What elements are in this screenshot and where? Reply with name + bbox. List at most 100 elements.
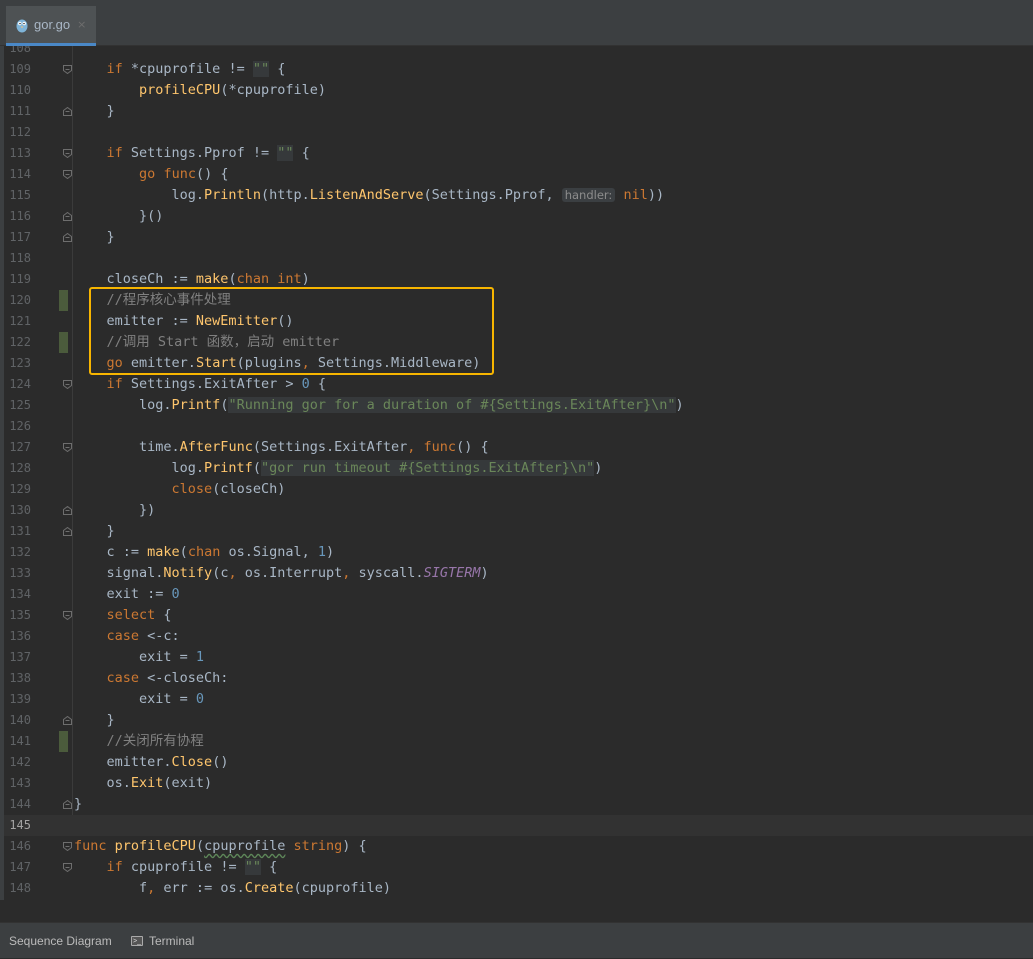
close-tab-icon[interactable]: × bbox=[77, 18, 86, 31]
code-line: 146 func profileCPU(cpuprofile string) { bbox=[4, 836, 1033, 857]
fold-end-icon[interactable] bbox=[63, 212, 72, 221]
terminal-tool-button[interactable]: >_ Terminal bbox=[131, 923, 194, 959]
go-gopher-icon bbox=[16, 19, 28, 32]
line-number: 124 bbox=[9, 377, 31, 391]
code-line: 129 close(closeCh) bbox=[4, 479, 1033, 500]
terminal-icon: >_ bbox=[131, 936, 143, 946]
code-text: close(closeCh) bbox=[171, 481, 286, 497]
code-line: 115 log.Println(http.ListenAndServe(Sett… bbox=[4, 185, 1033, 206]
code-line: 144} bbox=[4, 794, 1033, 815]
code-text: emitter.Close() bbox=[74, 754, 229, 770]
line-number: 147 bbox=[9, 860, 31, 874]
code-line: 117 } bbox=[4, 227, 1033, 248]
code-text: if cpuprofile != "" { bbox=[106, 859, 278, 875]
code-text: }() bbox=[74, 208, 164, 224]
line-number: 122 bbox=[9, 335, 31, 349]
fold-end-icon[interactable] bbox=[63, 233, 72, 242]
code-text: //关闭所有协程 bbox=[106, 733, 204, 749]
vcs-change-marker[interactable] bbox=[59, 332, 68, 353]
code-line: 127 time.AfterFunc(Settings.ExitAfter, f… bbox=[4, 437, 1033, 458]
code-line: 109 if *cpuprofile != "" { bbox=[4, 59, 1033, 80]
sequence-diagram-tool-button[interactable]: Sequence Diagram bbox=[9, 923, 112, 959]
code-text: log.Printf("gor run timeout #{Settings.E… bbox=[74, 460, 603, 476]
code-text: select { bbox=[106, 607, 172, 623]
code-text: case <-closeCh: bbox=[106, 670, 229, 686]
line-number: 113 bbox=[9, 146, 31, 160]
terminal-label: Terminal bbox=[149, 934, 195, 948]
line-number: 138 bbox=[9, 671, 31, 685]
fold-end-icon[interactable] bbox=[63, 527, 72, 536]
code-line: 110 profileCPU(*cpuprofile) bbox=[4, 80, 1033, 101]
code-line: 139 exit = 0 bbox=[4, 689, 1033, 710]
fold-open-icon[interactable] bbox=[63, 611, 72, 620]
code-line: 140 } bbox=[4, 710, 1033, 731]
code-line: 108 bbox=[4, 46, 1033, 59]
line-number: 143 bbox=[9, 776, 31, 790]
code-text: time.AfterFunc(Settings.ExitAfter, func(… bbox=[74, 439, 489, 455]
code-line: 126 bbox=[4, 416, 1033, 437]
fold-end-icon[interactable] bbox=[63, 506, 72, 515]
code-editor[interactable]: 108 109 if *cpuprofile != "" {110 profile… bbox=[4, 46, 1033, 900]
fold-end-icon[interactable] bbox=[63, 800, 72, 809]
line-number: 117 bbox=[9, 230, 31, 244]
code-text: case <-c: bbox=[106, 628, 180, 644]
code-line: 148 f, err := os.Create(cpuprofile) bbox=[4, 878, 1033, 899]
highlight-annotation-box bbox=[89, 287, 494, 375]
fold-open-icon[interactable] bbox=[63, 65, 72, 74]
code-line: 136 case <-c: bbox=[4, 626, 1033, 647]
code-line: 138 case <-closeCh: bbox=[4, 668, 1033, 689]
code-text: f, err := os.Create(cpuprofile) bbox=[74, 880, 392, 896]
sequence-diagram-label: Sequence Diagram bbox=[9, 934, 112, 948]
line-number: 116 bbox=[9, 209, 31, 223]
code-line: 145 bbox=[4, 815, 1033, 836]
code-text: signal.Notify(c, os.Interrupt, syscall.S… bbox=[74, 565, 489, 581]
code-text: } bbox=[74, 712, 115, 728]
fold-end-icon[interactable] bbox=[63, 107, 72, 116]
line-number: 133 bbox=[9, 566, 31, 580]
code-line: 130 }) bbox=[4, 500, 1033, 521]
vcs-change-marker[interactable] bbox=[59, 290, 68, 311]
line-number: 148 bbox=[9, 881, 31, 895]
fold-open-icon[interactable] bbox=[63, 842, 72, 851]
fold-open-icon[interactable] bbox=[63, 149, 72, 158]
code-line: 111 } bbox=[4, 101, 1033, 122]
line-number: 119 bbox=[9, 272, 31, 286]
code-line: 131 } bbox=[4, 521, 1033, 542]
code-line: 147 if cpuprofile != "" { bbox=[4, 857, 1033, 878]
line-number: 134 bbox=[9, 587, 31, 601]
line-number: 136 bbox=[9, 629, 31, 643]
line-number: 144 bbox=[9, 797, 31, 811]
fold-open-icon[interactable] bbox=[63, 443, 72, 452]
line-number: 114 bbox=[9, 167, 31, 181]
line-number: 111 bbox=[9, 104, 31, 118]
fold-open-icon[interactable] bbox=[63, 863, 72, 872]
code-line: 141 //关闭所有协程 bbox=[4, 731, 1033, 752]
line-number: 137 bbox=[9, 650, 31, 664]
parameter-hint: handler: bbox=[561, 188, 616, 202]
code-text: }) bbox=[74, 502, 156, 518]
line-number: 139 bbox=[9, 692, 31, 706]
fold-open-icon[interactable] bbox=[63, 170, 72, 179]
code-line: 133 signal.Notify(c, os.Interrupt, sysca… bbox=[4, 563, 1033, 584]
code-line: 143 os.Exit(exit) bbox=[4, 773, 1033, 794]
code-line: 113 if Settings.Pprof != "" { bbox=[4, 143, 1033, 164]
fold-open-icon[interactable] bbox=[63, 380, 72, 389]
fold-end-icon[interactable] bbox=[63, 716, 72, 725]
code-text: c := make(chan os.Signal, 1) bbox=[74, 544, 335, 560]
code-text: func profileCPU(cpuprofile string) { bbox=[74, 838, 367, 854]
vcs-change-marker[interactable] bbox=[59, 731, 68, 752]
line-number: 123 bbox=[9, 356, 31, 370]
tab-label: gor.go bbox=[34, 17, 71, 32]
tab-gor-go[interactable]: gor.go × bbox=[6, 6, 96, 46]
line-number: 109 bbox=[9, 62, 31, 76]
code-line: 135 select { bbox=[4, 605, 1033, 626]
line-number: 142 bbox=[9, 755, 31, 769]
line-number: 145 bbox=[9, 818, 31, 832]
code-text: profileCPU(*cpuprofile) bbox=[139, 82, 326, 98]
editor-tab-bar: gor.go × bbox=[0, 0, 1033, 46]
line-number: 126 bbox=[9, 419, 31, 433]
code-text: } bbox=[74, 229, 115, 245]
code-text: if Settings.ExitAfter > 0 { bbox=[106, 376, 326, 392]
code-line: 128 log.Printf("gor run timeout #{Settin… bbox=[4, 458, 1033, 479]
indent-guide bbox=[72, 46, 73, 815]
